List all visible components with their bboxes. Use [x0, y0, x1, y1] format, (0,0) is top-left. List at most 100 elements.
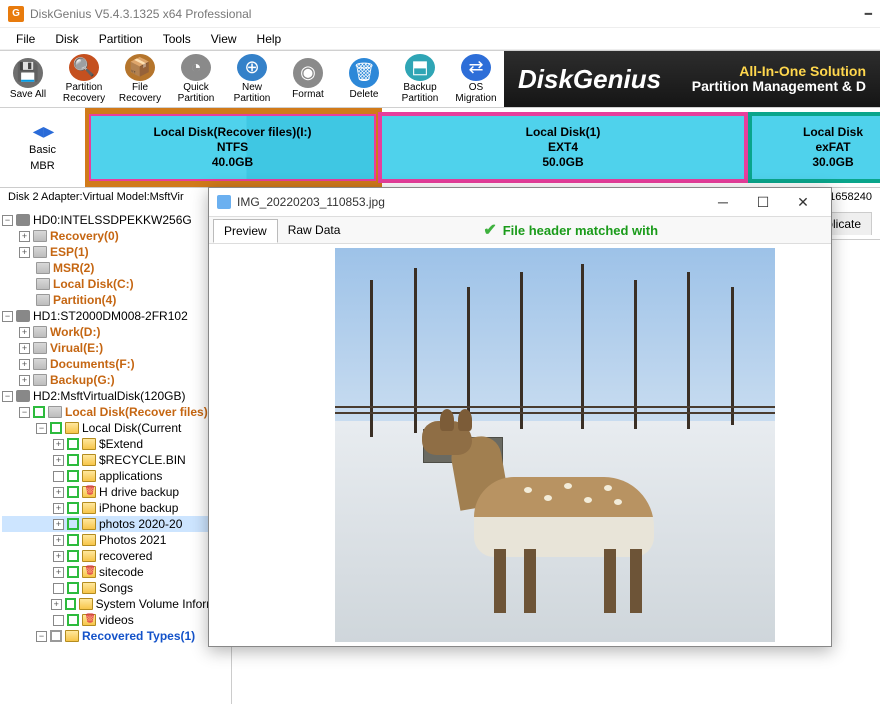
checkbox-icon[interactable]: [67, 438, 79, 450]
checkbox-icon[interactable]: [67, 534, 79, 546]
tree-toggle[interactable]: −: [36, 423, 47, 434]
tree-item[interactable]: −HD0:INTELSSDPEKKW256G: [2, 212, 229, 228]
tree-toggle[interactable]: +: [53, 567, 64, 578]
toolbar-btn-delete[interactable]: 🗑Delete: [336, 51, 392, 107]
tree-item[interactable]: −Recovered Types(1): [2, 628, 229, 644]
tree-item[interactable]: +Recovery(0): [2, 228, 229, 244]
tree-toggle[interactable]: [53, 583, 64, 594]
tree-item[interactable]: −HD2:MsftVirtualDisk(120GB): [2, 388, 229, 404]
tree-item[interactable]: Partition(4): [2, 292, 229, 308]
tree-toggle[interactable]: +: [53, 455, 64, 466]
tree-toggle[interactable]: −: [36, 631, 47, 642]
tree-toggle[interactable]: +: [53, 535, 64, 546]
checkbox-icon[interactable]: [67, 550, 79, 562]
toolbar-btn-new-partition[interactable]: ⊕New Partition: [224, 51, 280, 107]
toolbar-icon: ⇄: [461, 54, 491, 81]
menu-disk[interactable]: Disk: [45, 30, 88, 48]
toolbar-icon: ◉: [293, 58, 323, 88]
partition-1[interactable]: Local Disk(1) EXT4 50.0GB: [378, 112, 748, 183]
tree-toggle[interactable]: +: [19, 247, 30, 258]
tree-item[interactable]: +H drive backup: [2, 484, 229, 500]
banner-logo: DiskGenius: [518, 64, 661, 95]
banner-line1: All-In-One Solution: [739, 63, 866, 79]
tree-toggle[interactable]: +: [53, 439, 64, 450]
tree-toggle[interactable]: −: [2, 391, 13, 402]
tree-toggle[interactable]: +: [19, 359, 30, 370]
tree-toggle[interactable]: [53, 471, 64, 482]
menu-partition[interactable]: Partition: [89, 30, 153, 48]
checkbox-icon[interactable]: [67, 470, 79, 482]
preview-window: IMG_20220203_110853.jpg ─ ☐ ✕ Preview Ra…: [208, 187, 832, 647]
tree-item[interactable]: +ESP(1): [2, 244, 229, 260]
tree-toggle[interactable]: +: [19, 375, 30, 386]
tree-toggle[interactable]: +: [53, 519, 64, 530]
minimize-icon[interactable]: ─: [703, 194, 743, 211]
tree-item[interactable]: +Virual(E:): [2, 340, 229, 356]
tree-item[interactable]: +Work(D:): [2, 324, 229, 340]
tree-item[interactable]: +Photos 2021: [2, 532, 229, 548]
tree-item[interactable]: MSR(2): [2, 260, 229, 276]
tree-item[interactable]: +photos 2020-20: [2, 516, 229, 532]
menu-help[interactable]: Help: [247, 30, 292, 48]
tree-item[interactable]: videos: [2, 612, 229, 628]
checkbox-icon[interactable]: [67, 454, 79, 466]
menu-view[interactable]: View: [201, 30, 247, 48]
checkbox-icon[interactable]: [65, 598, 77, 610]
nav-arrows[interactable]: ◀ ▶: [33, 123, 52, 140]
tree-item[interactable]: +Backup(G:): [2, 372, 229, 388]
partition-0[interactable]: Local Disk(Recover files)(I:) NTFS 40.0G…: [87, 112, 378, 183]
tree-toggle[interactable]: +: [53, 487, 64, 498]
tree-toggle[interactable]: +: [19, 343, 30, 354]
tree-toggle[interactable]: +: [19, 327, 30, 338]
checkbox-icon[interactable]: [67, 566, 79, 578]
menu-tools[interactable]: Tools: [153, 30, 201, 48]
menu-file[interactable]: File: [6, 30, 45, 48]
checkbox-icon[interactable]: [33, 406, 45, 418]
tree-toggle[interactable]: [53, 615, 64, 626]
toolbar-btn-format[interactable]: ◉Format: [280, 51, 336, 107]
checkbox-icon[interactable]: [67, 486, 79, 498]
tree-toggle[interactable]: +: [53, 551, 64, 562]
tree-item[interactable]: Local Disk(C:): [2, 276, 229, 292]
tree-item[interactable]: −HD1:ST2000DM008-2FR102: [2, 308, 229, 324]
tree-toggle[interactable]: −: [2, 311, 13, 322]
tree-item[interactable]: +$RECYCLE.BIN: [2, 452, 229, 468]
tree-item[interactable]: Songs: [2, 580, 229, 596]
tree-toggle[interactable]: +: [53, 503, 64, 514]
check-icon: ✔: [483, 220, 496, 240]
checkbox-icon[interactable]: [67, 502, 79, 514]
tree-item[interactable]: +recovered: [2, 548, 229, 564]
partition-2[interactable]: Local Disk exFAT 30.0GB: [748, 112, 880, 183]
tree-item[interactable]: +Documents(F:): [2, 356, 229, 372]
tree-item[interactable]: +System Volume Informati: [2, 596, 229, 612]
checkbox-icon[interactable]: [67, 614, 79, 626]
tree-toggle[interactable]: −: [2, 215, 13, 226]
tree-item[interactable]: applications: [2, 468, 229, 484]
checkbox-icon[interactable]: [50, 422, 62, 434]
checkbox-icon[interactable]: [50, 630, 62, 642]
toolbar-btn-file-recovery[interactable]: 📦File Recovery: [112, 51, 168, 107]
tree-item[interactable]: +sitecode: [2, 564, 229, 580]
toolbar-btn-quick-partition[interactable]: ◔Quick Partition: [168, 51, 224, 107]
tree-item[interactable]: +iPhone backup: [2, 500, 229, 516]
tree[interactable]: −HD0:INTELSSDPEKKW256G+Recovery(0)+ESP(1…: [0, 208, 232, 704]
tab-preview[interactable]: Preview: [213, 219, 278, 243]
maximize-icon[interactable]: ☐: [743, 194, 783, 211]
tree-item[interactable]: −Local Disk(Current: [2, 420, 229, 436]
tree-toggle[interactable]: +: [51, 599, 62, 610]
toolbar-btn-save-all[interactable]: 💾Save All: [0, 51, 56, 107]
toolbar-btn-os-migration[interactable]: ⇄OS Migration: [448, 51, 504, 107]
checkbox-icon[interactable]: [67, 582, 79, 594]
tab-raw-data[interactable]: Raw Data: [278, 219, 351, 241]
preview-titlebar[interactable]: IMG_20220203_110853.jpg ─ ☐ ✕: [209, 188, 831, 216]
toolbar-btn-backup-partition[interactable]: ⬒Backup Partition: [392, 51, 448, 107]
deer: [414, 437, 674, 617]
toolbar-btn-partition-recovery[interactable]: 🔍Partition Recovery: [56, 51, 112, 107]
checkbox-icon[interactable]: [67, 518, 79, 530]
close-icon[interactable]: ✕: [783, 194, 823, 211]
tree-item[interactable]: +$Extend: [2, 436, 229, 452]
tree-toggle[interactable]: +: [19, 231, 30, 242]
tree-toggle[interactable]: −: [19, 407, 30, 418]
minimize-icon[interactable]: ━: [865, 7, 872, 21]
tree-item[interactable]: −Local Disk(Recover files): [2, 404, 229, 420]
